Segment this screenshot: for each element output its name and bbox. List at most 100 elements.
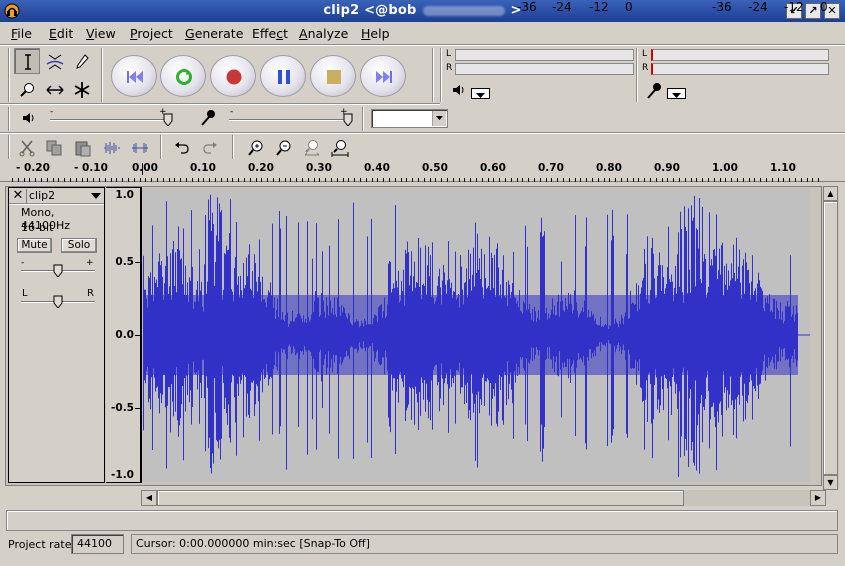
ruler-tick (493, 178, 494, 182)
pause-button[interactable] (260, 55, 306, 97)
fit-project-button[interactable] (328, 136, 352, 158)
trim-button[interactable] (100, 136, 124, 158)
ruler-tick (18, 178, 19, 182)
output-meter-left-bar (455, 49, 634, 61)
mixer-divider (362, 107, 364, 131)
redo-button[interactable] (198, 136, 222, 158)
menu-analyze[interactable]: Analyze (299, 26, 348, 41)
multi-tool-button[interactable] (68, 76, 94, 102)
toolbar-grip[interactable] (8, 48, 10, 102)
cut-button[interactable] (15, 136, 39, 158)
ruler-tick (250, 178, 251, 182)
scroll-left-icon[interactable]: ◀ (141, 490, 157, 506)
pause-icon (278, 70, 290, 84)
vertical-scrollbar[interactable]: ▲ ▼ (822, 186, 839, 490)
undo-button[interactable] (170, 136, 194, 158)
menu-generate[interactable]: Generate (185, 26, 243, 41)
ruler-tick (180, 178, 181, 182)
fit-selection-button[interactable] (300, 136, 324, 158)
output-meter-grip[interactable] (440, 48, 442, 102)
record-button[interactable] (210, 55, 256, 97)
zoom-out-icon (276, 140, 291, 156)
gain-slider-thumb[interactable] (53, 264, 63, 277)
menu-effect-label-a: Effe (252, 26, 277, 41)
ruler-tick (35, 178, 36, 182)
ruler-label: 0.30 (306, 162, 332, 174)
scroll-up-icon[interactable]: ▲ (823, 186, 838, 201)
menu-edit-label: dit (56, 26, 74, 41)
input-volume-track[interactable] (229, 119, 349, 121)
ruler-tick (621, 178, 622, 182)
vertical-scroll-thumb[interactable] (823, 201, 838, 475)
ruler-tick (366, 178, 367, 182)
input-meter-right-label: R (642, 63, 649, 73)
menu-view[interactable]: View (86, 26, 116, 41)
ruler-tick (795, 178, 796, 182)
project-rate-field[interactable]: 44100 (71, 534, 124, 554)
maximize-icon[interactable]: ↗ (805, 3, 821, 19)
timeshift-tool-button[interactable] (41, 76, 67, 102)
mute-button[interactable]: Mute (17, 238, 52, 253)
input-source-select[interactable] (371, 109, 448, 128)
track-close-icon[interactable]: ✕ (11, 189, 25, 203)
skip-to-end-button[interactable] (360, 55, 406, 97)
ruler-tick (215, 178, 216, 182)
menu-effect[interactable]: Effect (252, 26, 288, 41)
input-meter-menu-button[interactable] (667, 88, 686, 99)
envelope-tool-button[interactable] (41, 48, 67, 74)
copy-button[interactable] (42, 136, 66, 158)
menu-effect-label-b: t (283, 26, 288, 41)
output-meter-menu-button[interactable] (471, 88, 490, 99)
skip-to-start-button[interactable] (111, 55, 157, 97)
record-icon (226, 69, 242, 85)
ruler-tick (580, 178, 581, 182)
input-source-dropdown[interactable] (432, 111, 446, 126)
gain-minus-label: - (21, 258, 25, 268)
input-volume-slider-thumb[interactable] (343, 113, 353, 126)
ruler-tick (685, 178, 686, 182)
ruler-tick (29, 178, 30, 182)
mixer-toolbar-grip[interactable] (8, 107, 10, 131)
ruler-tick (383, 178, 384, 182)
pan-slider-thumb[interactable] (53, 295, 63, 308)
selection-tool-button[interactable] (14, 48, 40, 74)
ruler-tick (615, 178, 616, 182)
draw-tool-button[interactable] (68, 48, 94, 74)
zoom-out-button[interactable] (272, 136, 296, 158)
menu-file[interactable]: File (11, 26, 32, 41)
ruler-tick (430, 178, 431, 182)
horizontal-scroll-thumb[interactable] (157, 490, 684, 506)
scroll-down-icon[interactable]: ▼ (823, 475, 838, 490)
play-button[interactable] (160, 55, 206, 97)
tools-toolbar (12, 48, 96, 102)
ruler-tick (662, 178, 663, 182)
ruler-tick (377, 178, 378, 182)
scroll-right-icon[interactable]: ▶ (810, 490, 826, 506)
amplitude-tick (135, 335, 140, 336)
zoom-tool-button[interactable] (14, 76, 40, 102)
silence-button[interactable] (128, 136, 152, 158)
gain-plus-label: + (86, 258, 94, 268)
menu-project[interactable]: Project (130, 26, 173, 41)
input-meter-grip[interactable] (636, 48, 638, 102)
ruler-tick (76, 178, 77, 182)
horizontal-scrollbar[interactable]: ◀ ▶ (141, 490, 826, 506)
output-volume-track[interactable] (50, 119, 170, 121)
solo-button[interactable]: Solo (61, 238, 97, 253)
output-volume-slider-thumb[interactable] (163, 113, 173, 126)
menu-generate-mnemonic: G (185, 26, 195, 41)
ruler-tick (435, 178, 436, 182)
edit-toolbar-grip[interactable] (8, 135, 10, 159)
zoom-in-button[interactable] (244, 136, 268, 158)
input-volume-min: - (230, 107, 234, 117)
menu-edit[interactable]: Edit (49, 26, 73, 41)
track-name-menu[interactable]: clip2 (26, 189, 104, 203)
output-meter-left-label: L (446, 49, 452, 59)
ruler-tick (203, 178, 204, 182)
ruler-tick (511, 178, 512, 182)
amplitude-label: 0.0 (115, 329, 134, 341)
menu-help[interactable]: Help (361, 26, 390, 41)
ruler-tick (163, 178, 164, 182)
stop-button[interactable] (310, 55, 356, 97)
paste-button[interactable] (71, 136, 95, 158)
